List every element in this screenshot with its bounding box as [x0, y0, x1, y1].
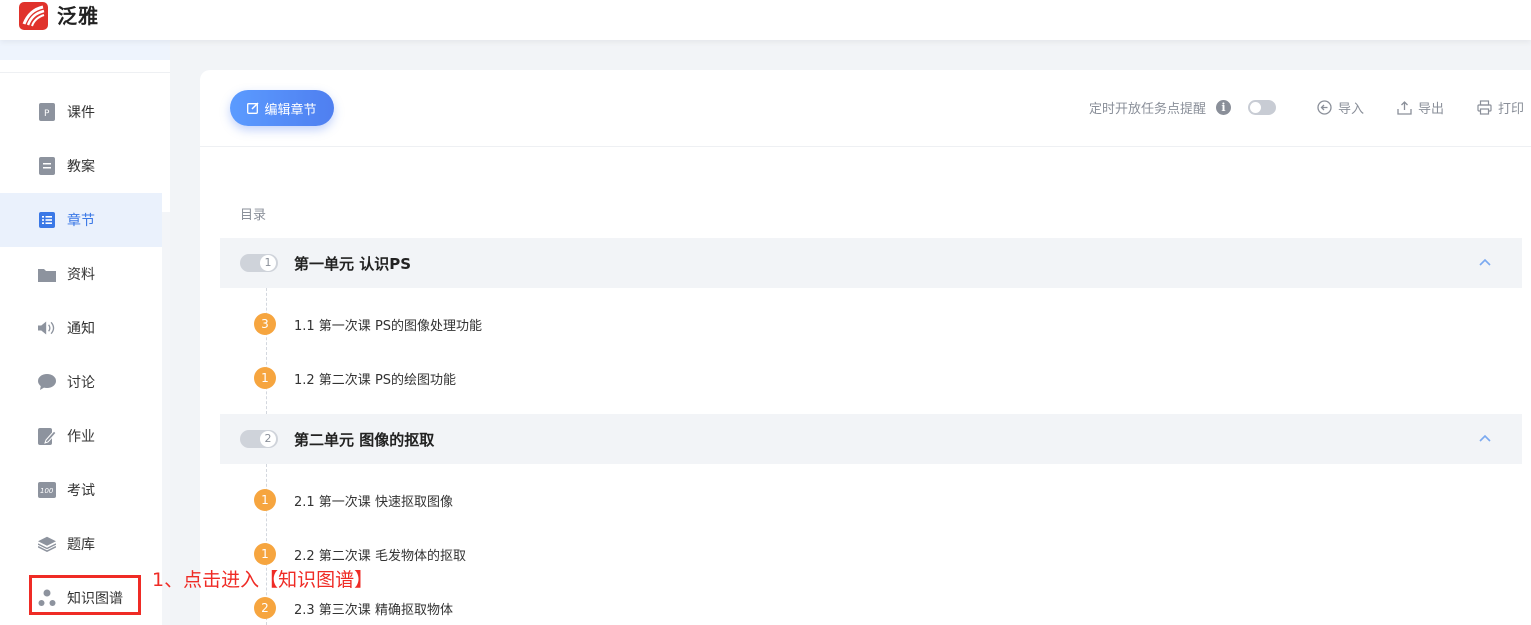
- sidebar-item-label: 通知: [67, 321, 95, 337]
- lesson-title: 1.1 第一次课 PS的图像处理功能: [294, 318, 483, 334]
- print-button[interactable]: 打印: [1477, 98, 1524, 117]
- lesson-title: 2.2 第二次课 毛发物体的抠取: [294, 548, 466, 564]
- lesson-item[interactable]: 3 1.1 第一次课 PS的图像处理功能: [254, 312, 482, 336]
- lesson-title: 1.2 第二次课 PS的绘图功能: [294, 372, 457, 388]
- sidebar-item-courseware[interactable]: P 课件: [0, 85, 162, 139]
- top-header: 泛雅: [0, 0, 1531, 40]
- sidebar-item-label: 考试: [67, 483, 95, 499]
- lesson-item[interactable]: 1 1.2 第二次课 PS的绘图功能: [254, 366, 456, 390]
- unit-timeline: [266, 288, 267, 414]
- sidebar-item-homework[interactable]: 作业: [0, 409, 162, 463]
- sidebar-item-materials[interactable]: 资料: [0, 247, 162, 301]
- printer-icon: [1477, 100, 1492, 115]
- speaker-icon: [38, 319, 56, 337]
- sidebar-top-strip: [0, 40, 170, 60]
- export-icon: [1397, 101, 1412, 115]
- sidebar-item-label: 教案: [67, 159, 95, 175]
- unit-title: 第一单元 认识PS: [294, 255, 412, 273]
- task-count-badge: 3: [254, 313, 276, 335]
- sidebar: P 课件 教案 章节 资料 通知 讨论 作业 100 考试 题库 知识图谱: [0, 40, 170, 625]
- sidebar-item-label: 讨论: [67, 375, 95, 391]
- app-name[interactable]: 泛雅: [57, 2, 99, 30]
- task-count-badge: 1: [254, 543, 276, 565]
- task-count-badge: 2: [254, 597, 276, 619]
- edit-chapter-label: 编辑章节: [264, 102, 317, 118]
- edit-icon: [247, 102, 260, 114]
- toolbar-divider: [200, 146, 1531, 147]
- chevron-up-icon[interactable]: [1476, 430, 1494, 448]
- task-count-badge: 1: [254, 367, 276, 389]
- layers-icon: [38, 535, 56, 553]
- sidebar-item-chapters[interactable]: 章节: [0, 193, 162, 247]
- sidebar-item-label: 资料: [67, 267, 95, 283]
- lesson-item[interactable]: 1 2.2 第二次课 毛发物体的抠取: [254, 542, 466, 566]
- lesson-title: 2.3 第三次课 精确抠取物体: [294, 602, 453, 618]
- unit-row[interactable]: 1 第一单元 认识PS: [220, 238, 1522, 288]
- sidebar-item-question-bank[interactable]: 题库: [0, 517, 162, 571]
- timed-open-reminder: 定时开放任务点提醒 i: [1089, 98, 1277, 117]
- folder-icon: [38, 265, 56, 283]
- sidebar-item-label: 章节: [67, 213, 95, 229]
- task-count-badge: 1: [254, 489, 276, 511]
- chapter-list-icon: [38, 211, 56, 229]
- chevron-up-icon[interactable]: [1476, 254, 1494, 272]
- lesson-item[interactable]: 1 2.1 第一次课 快速抠取图像: [254, 488, 453, 512]
- import-icon: [1317, 100, 1332, 115]
- lesson-title: 2.1 第一次课 快速抠取图像: [294, 494, 453, 510]
- chat-bubble-icon: [38, 373, 56, 391]
- courseware-icon: P: [38, 103, 56, 121]
- catalog-label: 目录: [240, 208, 267, 223]
- timed-open-label: 定时开放任务点提醒: [1089, 102, 1207, 117]
- edit-chapter-button[interactable]: 编辑章节: [230, 90, 334, 126]
- homework-edit-icon: [38, 427, 56, 445]
- import-label: 导入: [1338, 102, 1365, 117]
- sidebar-divider: [0, 72, 170, 73]
- sidebar-item-lesson-plan[interactable]: 教案: [0, 139, 162, 193]
- unit-number: 1: [260, 255, 276, 271]
- sidebar-item-discussion[interactable]: 讨论: [0, 355, 162, 409]
- unit-number-badge: 1: [240, 254, 278, 272]
- svg-text:P: P: [44, 109, 50, 119]
- sidebar-item-exam[interactable]: 100 考试: [0, 463, 162, 517]
- sidebar-item-notice[interactable]: 通知: [0, 301, 162, 355]
- lesson-item[interactable]: 2 2.3 第三次课 精确抠取物体: [254, 596, 453, 620]
- annotation-highlight-box: [29, 575, 141, 615]
- unit-number: 2: [260, 431, 276, 447]
- unit-row[interactable]: 2 第二单元 图像的抠取: [220, 414, 1522, 464]
- lesson-plan-icon: [38, 157, 56, 175]
- unit-title: 第二单元 图像的抠取: [294, 431, 435, 449]
- import-button[interactable]: 导入: [1317, 98, 1364, 117]
- chapter-panel: 编辑章节 定时开放任务点提醒 i 导入 导出 打印 目录 1 第一单元 认识PS…: [200, 70, 1531, 625]
- sidebar-item-label: 题库: [67, 537, 95, 553]
- export-button[interactable]: 导出: [1397, 98, 1444, 117]
- timed-open-toggle[interactable]: [1248, 100, 1277, 115]
- exam-score-icon: 100: [38, 481, 56, 499]
- export-label: 导出: [1418, 102, 1445, 117]
- svg-text:100: 100: [40, 487, 54, 495]
- print-label: 打印: [1498, 102, 1525, 117]
- unit-number-badge: 2: [240, 430, 278, 448]
- info-icon[interactable]: i: [1216, 100, 1232, 115]
- sidebar-item-label: 课件: [67, 105, 95, 121]
- sidebar-item-label: 作业: [67, 429, 95, 445]
- chaoxing-logo-icon[interactable]: [19, 2, 48, 30]
- sidebar-scrollbar[interactable]: [162, 212, 170, 625]
- annotation-text: 1、点击进入【知识图谱】: [152, 569, 374, 591]
